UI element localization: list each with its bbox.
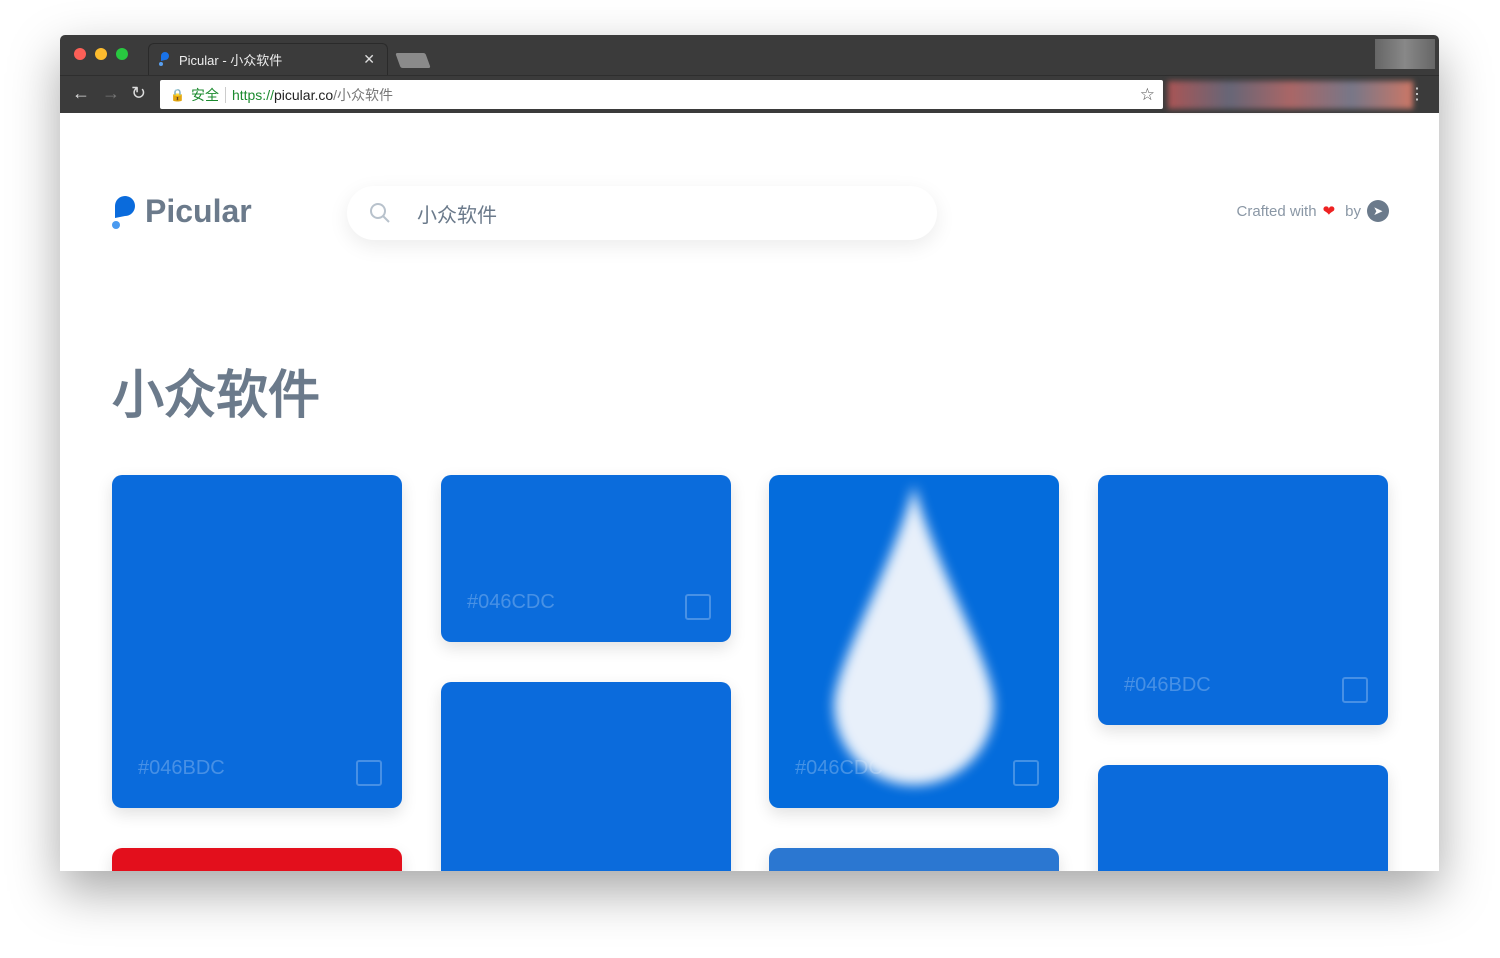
bookmark-star-icon[interactable]: ☆ [1140, 85, 1155, 105]
color-card[interactable] [441, 682, 731, 871]
url-path: /小众软件 [333, 86, 394, 103]
lock-icon: 🔒 [170, 87, 185, 102]
back-icon[interactable]: ← [72, 83, 90, 104]
image-icon[interactable] [685, 594, 711, 620]
image-icon[interactable] [1342, 677, 1368, 703]
color-card[interactable]: #046CDC [441, 475, 731, 642]
color-card[interactable]: #046CDC [769, 475, 1059, 808]
picular-favicon-icon [159, 52, 169, 66]
color-hex-label: #046BDC [138, 757, 225, 779]
color-card[interactable] [112, 848, 402, 871]
color-card[interactable]: #046BDC [112, 475, 402, 808]
picular-logo-icon [112, 195, 135, 229]
menu-icon[interactable]: ⋮ [1409, 84, 1425, 104]
reload-icon[interactable]: ↻ [131, 83, 146, 104]
color-hex-label: #046BDC [1124, 674, 1211, 696]
tab-title: Picular - 小众软件 [179, 53, 283, 68]
logo-text: Picular [145, 193, 252, 229]
browser-tab[interactable]: Picular - 小众软件 ✕ [148, 43, 388, 75]
close-tab-icon[interactable]: ✕ [363, 51, 375, 68]
image-icon[interactable] [1013, 760, 1039, 786]
color-card[interactable] [769, 848, 1059, 871]
profile-button[interactable] [1375, 39, 1435, 69]
new-tab-button[interactable] [395, 53, 431, 68]
browser-window: Picular - 小众软件 ✕ ← → ↻ 🔒 安全 https:// pic… [60, 35, 1439, 871]
maximize-window-button[interactable] [116, 48, 128, 60]
search-value: 小众软件 [417, 204, 497, 227]
close-window-button[interactable] [74, 48, 86, 60]
color-card[interactable]: #046BDC [1098, 475, 1388, 725]
tab-bar: Picular - 小众软件 ✕ [60, 35, 1439, 75]
minimize-window-button[interactable] [95, 48, 107, 60]
forward-icon[interactable]: → [102, 83, 120, 104]
color-hex-label: #046CDC [467, 591, 555, 613]
search-input[interactable]: 小众软件 [347, 186, 937, 240]
rocket-icon[interactable]: ➤ [1367, 200, 1389, 222]
by-text: by [1345, 202, 1361, 220]
toolbar: ← → ↻ 🔒 安全 https:// picular.co /小众软件 ☆ ⋮ [60, 75, 1439, 113]
color-card[interactable] [1098, 765, 1388, 871]
water-drop-image [834, 485, 994, 785]
crafted-by: Crafted with ❤ by ➤ [1237, 200, 1389, 222]
address-bar[interactable]: 🔒 安全 https:// picular.co /小众软件 ☆ [160, 80, 1163, 109]
search-icon [370, 203, 390, 223]
url-scheme: https:// [231, 86, 274, 103]
extensions-area [1168, 81, 1413, 109]
logo[interactable]: Picular [111, 193, 252, 230]
secure-label: 安全 [190, 86, 219, 103]
page: Picular 小众软件 Crafted with ❤ by ➤ 小众软件 #0… [60, 113, 1439, 871]
crafted-text: Crafted with [1236, 202, 1317, 220]
image-icon[interactable] [356, 760, 382, 786]
url-host: picular.co [273, 86, 334, 103]
page-title: 小众软件 [112, 367, 321, 425]
heart-icon: ❤ [1322, 203, 1336, 220]
